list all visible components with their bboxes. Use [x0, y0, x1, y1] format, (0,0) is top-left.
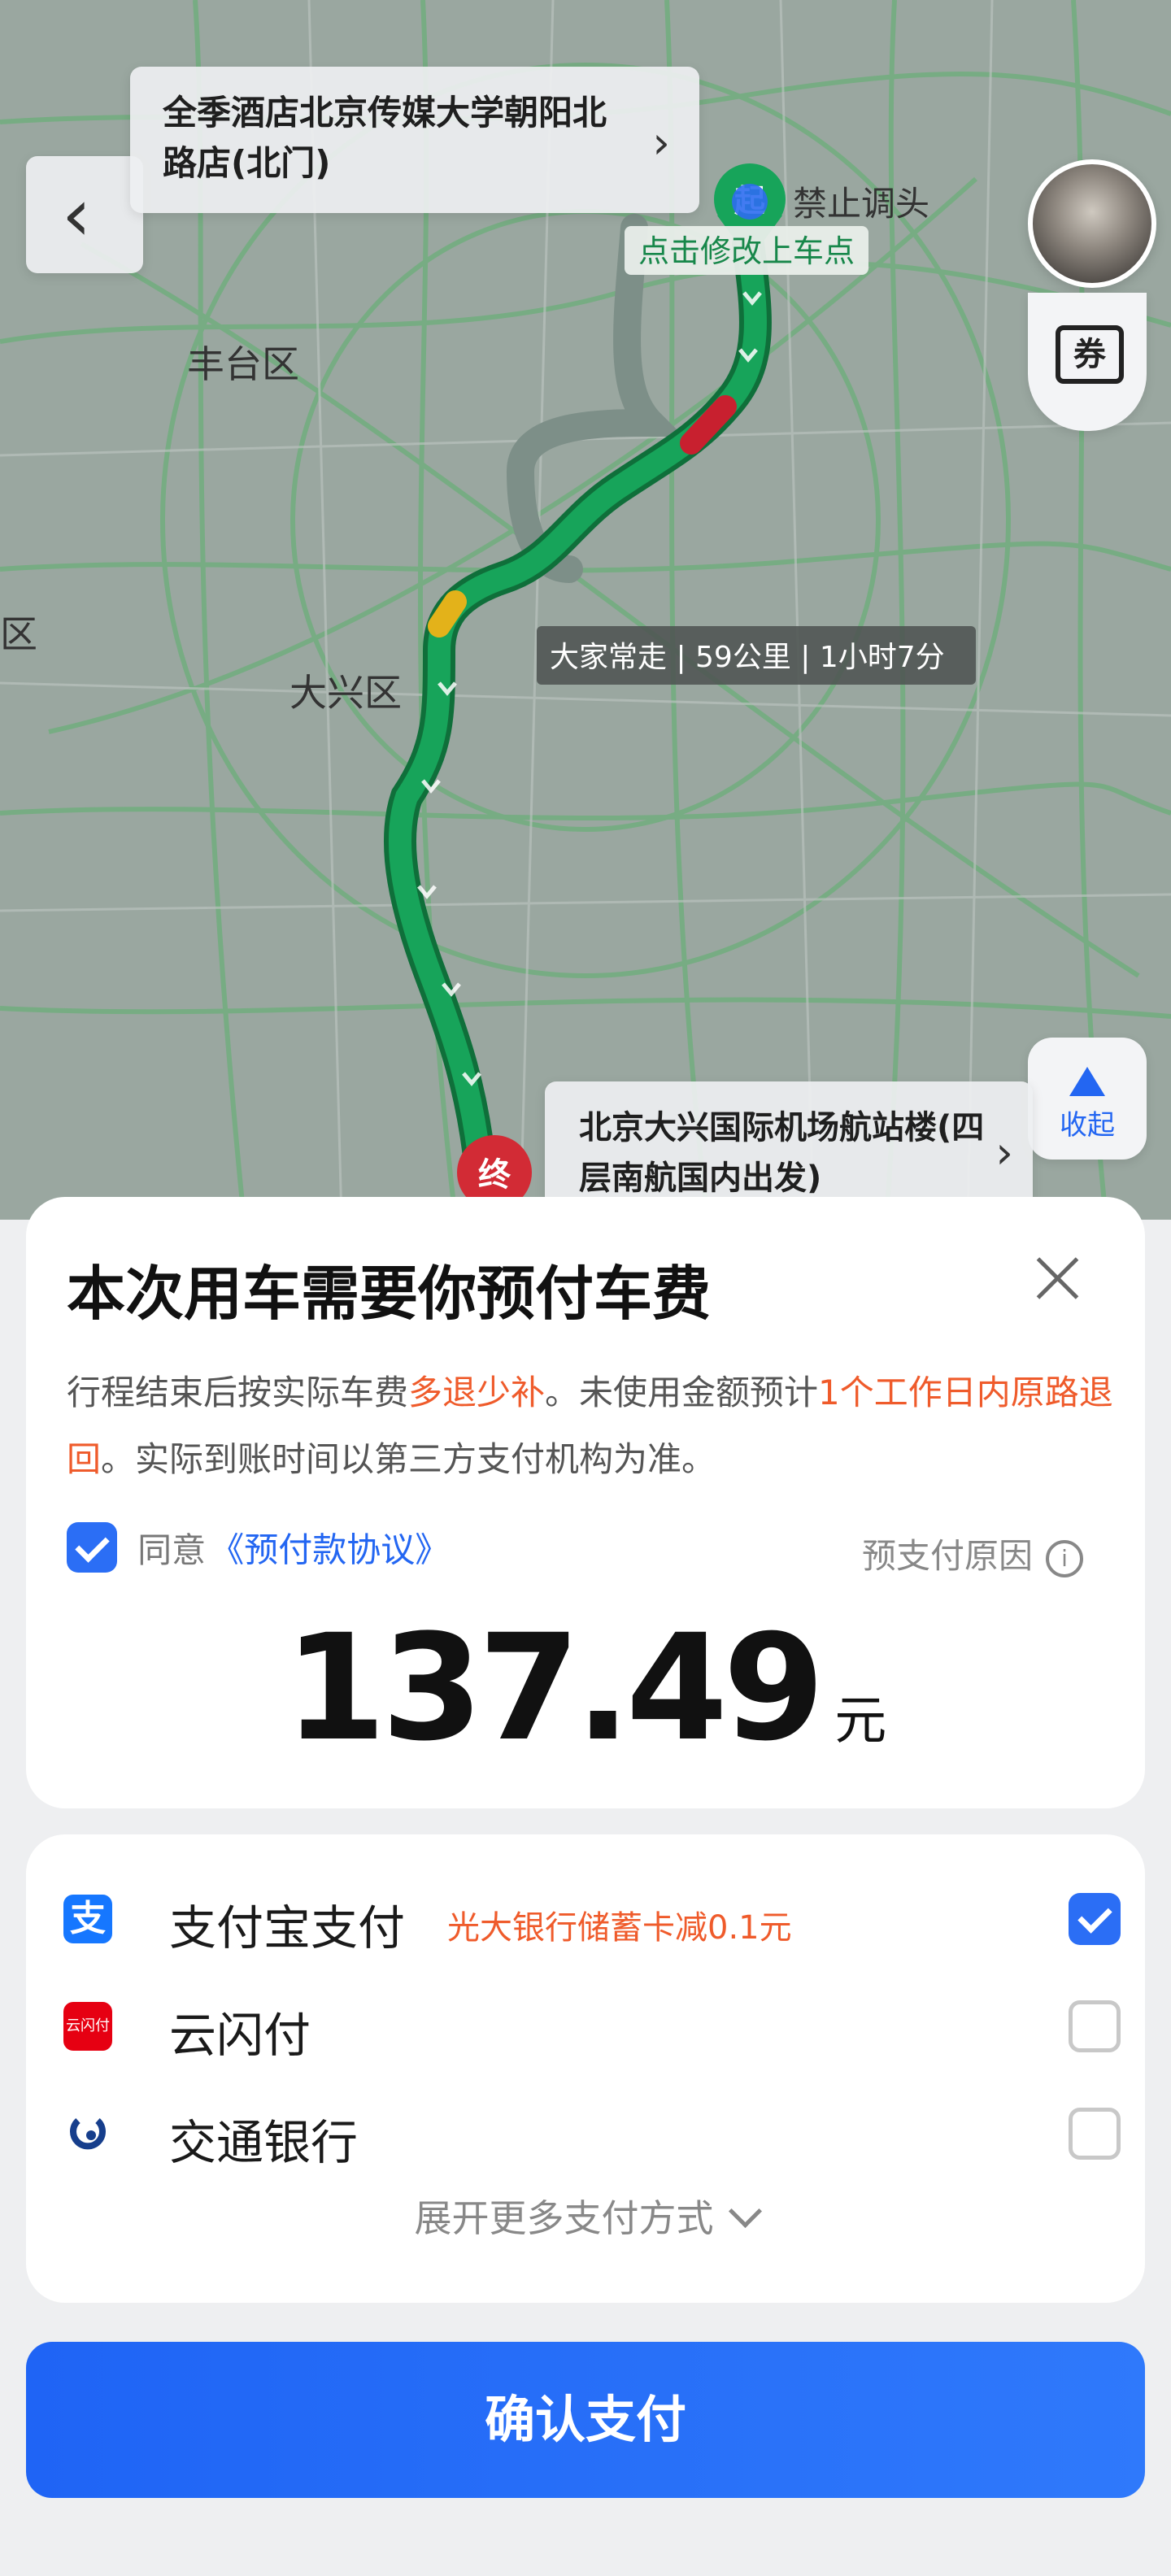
agreement-row: 同意 《预付款协议》 预支付原因 i [67, 1522, 1116, 1579]
coupon-button[interactable]: 券 [1028, 293, 1147, 431]
payment-checkbox-checked[interactable] [1069, 1893, 1121, 1945]
payment-option-bocom[interactable]: 交通银行 [63, 2090, 1121, 2179]
back-button[interactable]: ‹ [26, 156, 143, 273]
payment-promo: 光大银行储蓄卡减0.1元 [447, 1909, 792, 1947]
payment-name: 云闪付 [169, 2008, 311, 2063]
agree-prefix: 同意 [137, 1530, 207, 1570]
amount-display: 137.49 元 [26, 1603, 1145, 1773]
payment-methods-card: 支 支付宝支付 光大银行储蓄卡减0.1元 云闪付 云闪付 交通银行 展开更多支付… [26, 1834, 1145, 2303]
prepay-sheet: 本次用车需要你预付车费 行程结束后按实际车费多退少补。未使用金额预计1个工作日内… [26, 1197, 1145, 1808]
route-info-label: 大家常走 | 59公里 | 1小时7分 [550, 641, 945, 674]
district-edge: 区 [0, 612, 37, 656]
chevron-left-icon: ‹ [62, 172, 91, 258]
destination-text: 北京大兴国际机场航站楼(四层南航国内出发) [579, 1109, 985, 1197]
prepay-reason-button[interactable]: 预支付原因 i [862, 1529, 1083, 1578]
prepay-description: 行程结束后按实际车费多退少补。未使用金额预计1个工作日内原路退回。实际到账时间以… [67, 1360, 1116, 1493]
avatar[interactable] [1028, 159, 1156, 288]
start-location-text: 全季酒店北京传媒大学朝阳北路店(北门) [163, 93, 607, 183]
coupon-icon: 券 [1056, 325, 1124, 384]
alipay-icon: 支 [63, 1895, 112, 1943]
desc-text-2: 。未使用金额预计 [545, 1373, 819, 1412]
district-fengtai: 丰台区 [187, 342, 299, 386]
payment-name: 支付宝支付 [169, 1900, 406, 1956]
close-icon[interactable] [1033, 1254, 1082, 1303]
district-daxing: 大兴区 [289, 671, 402, 715]
expand-more-payments[interactable]: 展开更多支付方式 [26, 2189, 1145, 2243]
desc-text-1: 行程结束后按实际车费 [67, 1373, 409, 1412]
prepay-reason-label: 预支付原因 [861, 1536, 1033, 1576]
agree-checkbox[interactable] [67, 1522, 117, 1573]
chevron-right-icon: › [995, 1127, 1013, 1178]
desc-text-3: 。实际到账时间以第三方支付机构为准。 [101, 1439, 716, 1479]
triangle-up-icon [1069, 1067, 1105, 1096]
start-location-card[interactable]: 全季酒店北京传媒大学朝阳北路店(北门) › [130, 67, 699, 213]
collapse-button[interactable]: 收起 [1028, 1038, 1147, 1160]
chevron-right-icon: › [652, 117, 670, 168]
payment-option-alipay[interactable]: 支 支付宝支付 光大银行储蓄卡减0.1元 [63, 1875, 1121, 1965]
desc-highlight-1: 多退少补 [408, 1373, 546, 1412]
end-marker-text: 终 [478, 1156, 511, 1194]
amount-unit: 元 [834, 1691, 887, 1751]
unionpay-icon: 云闪付 [63, 2002, 112, 2051]
expand-more-label: 展开更多支付方式 [414, 2196, 714, 2240]
agreement-link[interactable]: 《预付款协议》 [210, 1530, 449, 1570]
payment-option-unionpay[interactable]: 云闪付 云闪付 [63, 1982, 1121, 2072]
bocom-icon [63, 2109, 112, 2158]
edit-pickup-link[interactable]: 点击修改上车点 [638, 233, 855, 269]
no-uturn-label: 禁止调头 [793, 184, 929, 224]
payment-checkbox[interactable] [1069, 2000, 1121, 2052]
chevron-down-icon [728, 2194, 762, 2229]
prepay-title: 本次用车需要你预付车费 [67, 1260, 712, 1328]
collapse-label: 收起 [1060, 1109, 1115, 1142]
payment-name: 交通银行 [169, 2115, 359, 2170]
amount-value: 137.49 [284, 1603, 825, 1773]
confirm-pay-button[interactable]: 确认支付 [26, 2342, 1145, 2498]
info-icon: i [1046, 1539, 1083, 1577]
payment-checkbox[interactable] [1069, 2108, 1121, 2160]
